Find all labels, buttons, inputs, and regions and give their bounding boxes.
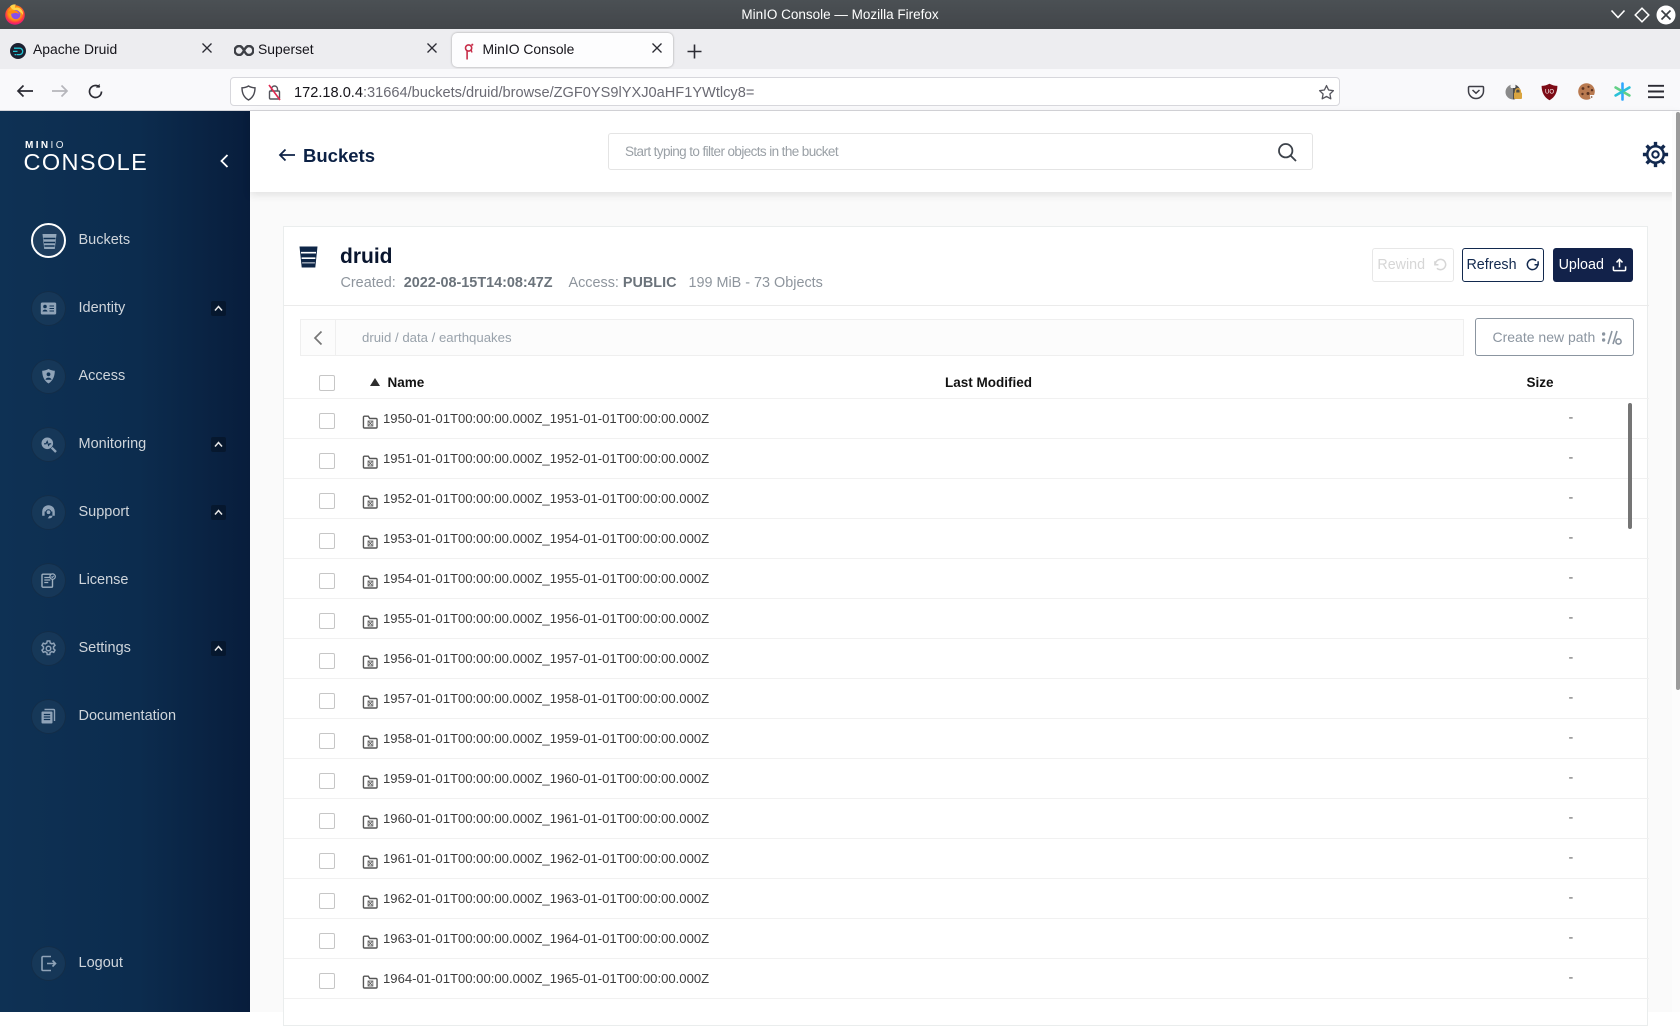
svg-text:UO: UO [1545, 90, 1554, 96]
